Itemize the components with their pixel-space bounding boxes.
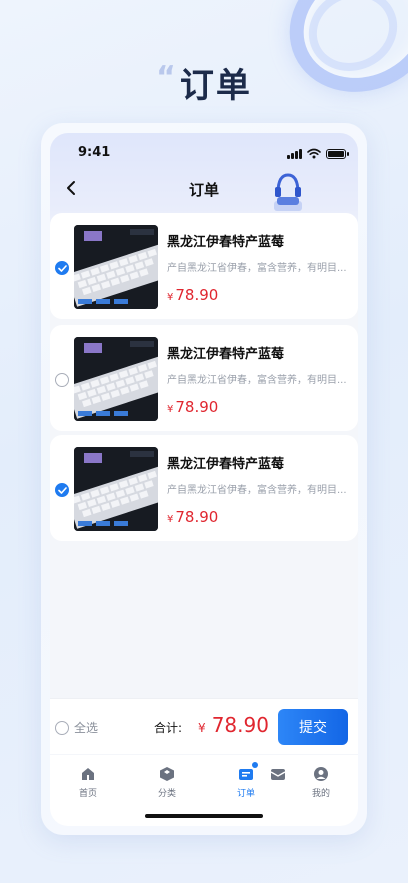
price-currency: ¥ [167,514,174,525]
select-all-label: 全选 [74,721,99,735]
product-title: 黑龙江伊春特产蓝莓 [167,235,285,250]
total-label: 合计: [154,721,183,735]
status-icons [287,148,349,159]
product-image[interactable] [74,337,158,421]
tab-bar: 首页 分类 订单 我的 [50,755,358,826]
status-bar: 9:41 [50,145,358,165]
checkout-bar: 全选 合计: ¥ 78.90 提交 [50,698,358,754]
tab-label: 分类 [157,789,176,799]
inbox-icon [269,765,287,783]
home-indicator [145,814,263,818]
cart-item-card[interactable]: 黑龙江伊春特产蓝莓 产自黑龙江省伊春，富含营养，有明目... ¥78.90 [50,213,358,319]
price-currency: ¥ [167,292,174,303]
tab-profile[interactable]: 我的 [291,765,351,799]
battery-icon [326,148,349,159]
nav-title: 订单 [188,181,219,199]
tab-label: 我的 [311,789,330,799]
product-description: 产自黑龙江省伊春，富含营养，有明目... [167,375,347,386]
item-checkbox[interactable] [55,483,69,497]
page-heading: “订单 [0,58,408,107]
order-total: 合计: ¥ 78.90 [154,713,269,737]
phone-screen: 9:41 订单 黑龙江伊春特产蓝莓 产自黑龙江省伊春，富含营养，有明目... ¥… [50,133,358,826]
product-image[interactable] [74,447,158,531]
home-icon [79,765,97,783]
tab-label: 订单 [236,789,255,799]
cart-item-card[interactable]: 黑龙江伊春特产蓝莓 产自黑龙江省伊春，富含营养，有明目... ¥78.90 [50,435,358,541]
total-value: 78.90 [211,713,269,737]
product-description: 产自黑龙江省伊春，富含营养，有明目... [167,263,347,274]
product-price: ¥78.90 [167,397,218,416]
total-currency: ¥ [198,721,206,735]
product-image[interactable] [74,225,158,309]
item-checkbox[interactable] [55,261,69,275]
profile-icon [312,765,330,783]
item-checkbox[interactable] [55,373,69,387]
product-title: 黑龙江伊春特产蓝莓 [167,457,285,472]
price-value: 78.90 [175,286,219,304]
tab-label: 首页 [78,789,97,799]
submit-button[interactable]: 提交 [278,709,348,745]
wifi-icon [307,148,321,159]
cart-item-card[interactable]: 黑龙江伊春特产蓝莓 产自黑龙江省伊春，富含营养，有明目... ¥78.90 [50,325,358,431]
tab-home[interactable]: 首页 [58,765,118,799]
status-time: 9:41 [78,145,111,160]
quote-mark-icon: “ [156,60,178,95]
select-all-toggle[interactable]: 全选 [55,719,98,736]
category-icon [158,765,176,783]
headset-illustration-icon [274,173,302,211]
page-heading-text: 订单 [179,66,252,106]
price-value: 78.90 [175,508,219,526]
product-price: ¥78.90 [167,507,218,526]
nav-bar: 订单 [50,173,358,211]
tab-category[interactable]: 分类 [137,765,197,799]
product-description: 产自黑龙江省伊春，富含营养，有明目... [167,485,347,496]
price-value: 78.90 [175,398,219,416]
signal-icon [287,148,302,159]
product-price: ¥78.90 [167,285,218,304]
product-title: 黑龙江伊春特产蓝莓 [167,347,285,362]
price-currency: ¥ [167,404,174,415]
select-all-checkbox[interactable] [55,720,69,735]
